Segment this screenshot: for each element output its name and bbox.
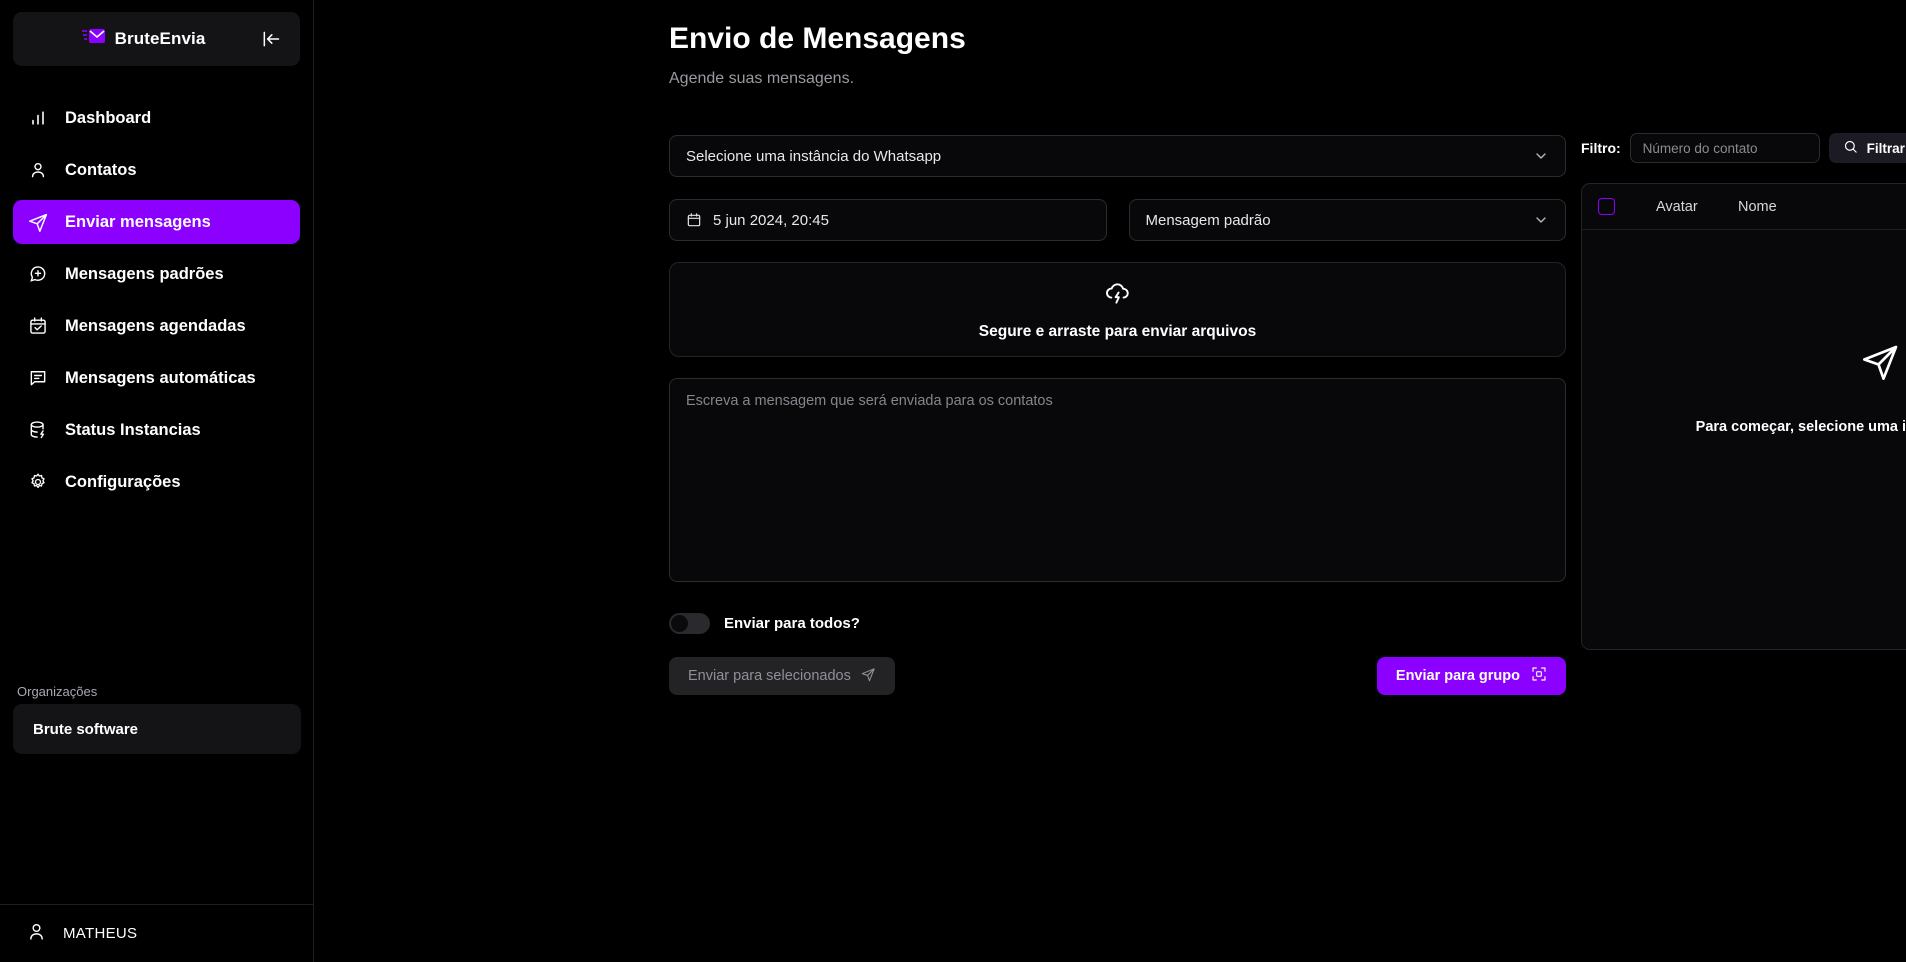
contacts-table: Avatar Nome Número Para começar, selecio… [1581, 183, 1906, 650]
column-header-nome: Nome [1738, 198, 1777, 215]
calendar-icon [686, 212, 702, 228]
sidebar-item-enviar-mensagens[interactable]: Enviar mensagens [13, 200, 300, 244]
action-buttons: Enviar para selecionados Enviar para gru… [669, 657, 1566, 695]
page-title: Envio de Mensagens [669, 22, 966, 55]
schedule-row: 5 jun 2024, 20:45 Mensagem padrão [669, 199, 1566, 241]
user-avatar-icon [26, 921, 47, 947]
send-all-toggle-row: Enviar para todos? [669, 613, 1566, 634]
brand-identity: BruteEnvia [29, 27, 258, 51]
send-to-group-button[interactable]: Enviar para grupo [1376, 657, 1566, 695]
sidebar-item-label: Status Instancias [65, 420, 201, 439]
date-value: 5 jun 2024, 20:45 [713, 211, 829, 229]
sidebar-item-label: Dashboard [65, 108, 152, 127]
sidebar-item-label: Mensagens agendadas [65, 316, 246, 335]
send-icon [861, 667, 876, 686]
compose-column: Selecione uma instância do Whatsapp 5 ju… [669, 135, 1566, 695]
select-all-checkbox[interactable] [1598, 198, 1615, 215]
sidebar-item-mensagens-agendadas[interactable]: Mensagens agendadas [13, 304, 300, 348]
sidebar-item-label: Mensagens padrões [65, 264, 224, 283]
empty-state-message: Para começar, selecione uma instância do… [1695, 419, 1906, 435]
contacts-column: Filtro: Filtrar resultados Remover filtr… [1581, 132, 1906, 650]
file-dropzone[interactable]: Segure e arraste para enviar arquivos [669, 262, 1566, 357]
page-subtitle: Agende suas mensagens. [669, 70, 855, 87]
filter-results-label: Filtrar resultados [1866, 140, 1906, 156]
send-to-selected-label: Enviar para selecionados [688, 668, 851, 684]
calendar-check-icon [27, 315, 49, 337]
brand-card: BruteEnvia [13, 12, 300, 66]
message-lines-icon [27, 367, 49, 389]
filter-results-button[interactable]: Filtrar resultados [1828, 133, 1906, 163]
send-all-toggle[interactable] [669, 613, 710, 634]
collapse-sidebar-icon[interactable] [258, 26, 284, 52]
send-all-label: Enviar para todos? [724, 615, 860, 632]
search-icon [1843, 139, 1858, 157]
empty-state: Para começar, selecione uma instância do… [1582, 342, 1906, 435]
date-picker[interactable]: 5 jun 2024, 20:45 [669, 199, 1107, 241]
gear-icon [27, 471, 49, 493]
contact-number-input[interactable] [1629, 133, 1820, 163]
sidebar: BruteEnvia Dashboard Contatos Enviar men… [0, 0, 314, 962]
instance-select-value: Selecione uma instância do Whatsapp [686, 147, 942, 165]
sidebar-nav: Dashboard Contatos Enviar mensagens Mens… [0, 96, 313, 504]
dropzone-text: Segure e arraste para enviar arquivos [978, 322, 1257, 340]
sidebar-item-mensagens-padroes[interactable]: Mensagens padrões [13, 252, 300, 296]
column-header-avatar: Avatar [1656, 198, 1698, 215]
organization-card[interactable]: Brute software [13, 704, 301, 754]
user-icon [27, 159, 49, 181]
bar-chart-icon [27, 107, 49, 129]
send-to-selected-button[interactable]: Enviar para selecionados [669, 657, 895, 695]
sidebar-item-dashboard[interactable]: Dashboard [13, 96, 300, 140]
filter-bar: Filtro: Filtrar resultados Remover filtr… [1581, 132, 1906, 164]
sidebar-item-label: Enviar mensagens [65, 212, 211, 231]
sidebar-item-mensagens-automaticas[interactable]: Mensagens automáticas [13, 356, 300, 400]
message-input[interactable] [669, 378, 1566, 582]
send-icon [1861, 342, 1901, 387]
sidebar-item-configuracoes[interactable]: Configurações [13, 460, 300, 504]
toggle-knob [671, 615, 688, 632]
group-scan-icon [1531, 666, 1547, 686]
database-zap-icon [27, 419, 49, 441]
sidebar-item-label: Mensagens automáticas [65, 368, 256, 387]
sidebar-item-label: Configurações [65, 472, 181, 491]
user-name: MATHEUS [63, 925, 138, 942]
table-header-row: Avatar Nome Número [1582, 184, 1906, 230]
send-to-group-label: Enviar para grupo [1395, 668, 1520, 684]
message-plus-icon [27, 263, 49, 285]
envelope-logo-icon [81, 27, 106, 51]
sidebar-item-label: Contatos [65, 160, 137, 179]
organizations-label: Organizações [17, 684, 98, 699]
sidebar-item-contatos[interactable]: Contatos [13, 148, 300, 192]
send-icon [27, 211, 49, 233]
instance-select[interactable]: Selecione uma instância do Whatsapp [669, 135, 1566, 177]
main-content: Envio de Mensagens Agende suas mensagens… [314, 0, 1906, 962]
template-select[interactable]: Mensagem padrão [1128, 199, 1566, 241]
sidebar-item-status-instancias[interactable]: Status Instancias [13, 408, 300, 452]
brand-name: BruteEnvia [114, 29, 206, 48]
user-bar[interactable]: MATHEUS [0, 904, 314, 962]
filter-label: Filtro: [1581, 140, 1621, 156]
template-select-value: Mensagem padrão [1145, 211, 1271, 229]
chevron-down-icon [1533, 212, 1549, 228]
organization-name: Brute software [33, 720, 139, 738]
cloud-upload-lightning-icon [1104, 279, 1131, 311]
chevron-down-icon [1533, 148, 1549, 164]
